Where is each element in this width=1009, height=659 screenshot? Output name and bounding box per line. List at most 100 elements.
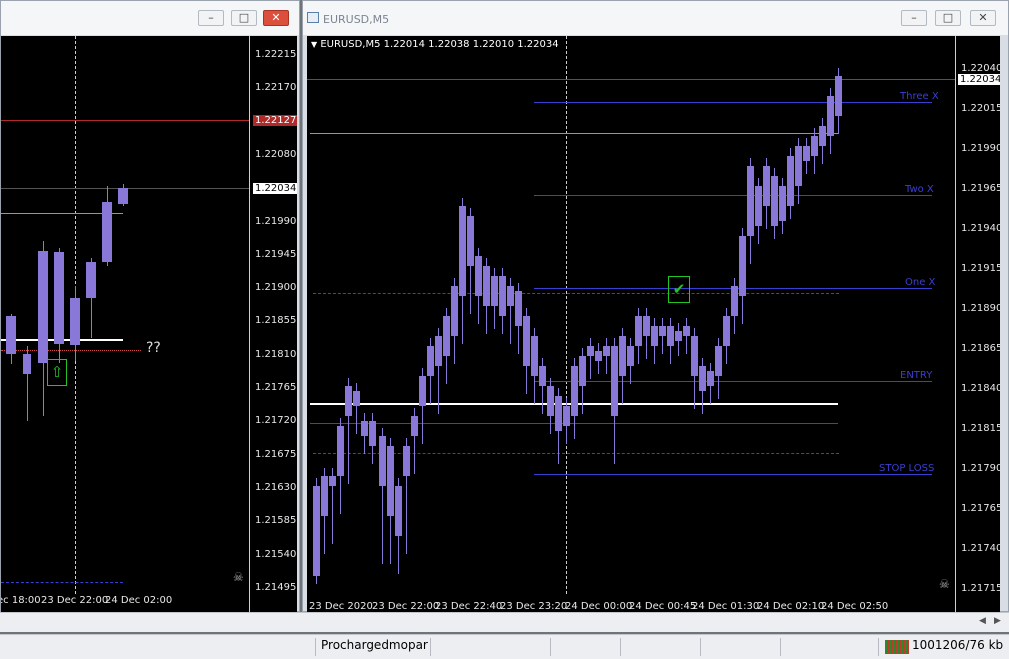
- right-candle: [835, 76, 842, 116]
- left-candle: [38, 251, 48, 363]
- left-candle: [54, 252, 64, 344]
- right-candle: [635, 316, 642, 346]
- right-price-tick: 1.21965: [961, 183, 1000, 194]
- right-candle: [795, 146, 802, 186]
- right-price-tick: 1.21740: [961, 543, 1000, 554]
- right-price-tick: 1.21915: [961, 263, 1000, 274]
- right-time-tick: 23 Dec 23:20: [500, 601, 568, 612]
- right-candle: [547, 386, 554, 416]
- right-time-tick: 23 Dec 22:40: [435, 601, 503, 612]
- status-separator: [780, 638, 781, 656]
- left-price-tick: 1.22080: [255, 148, 297, 160]
- left-price-tick: 1.21630: [255, 481, 297, 493]
- right-price-tick: 1.22015: [961, 103, 1000, 114]
- left-chart-window: – □ ✕ 1.222151.221701.221251.220801.2203…: [0, 0, 300, 612]
- right-candle-wick: [606, 338, 607, 374]
- profile-name[interactable]: Prochargedmopar: [321, 638, 428, 652]
- left-price-tick: 1.21945: [255, 248, 297, 260]
- status-bar: Prochargedmopar 1001206/76 kb: [0, 634, 1009, 659]
- status-separator: [315, 638, 316, 656]
- close-button[interactable]: ✕: [970, 10, 996, 26]
- left-annotation: ??: [146, 340, 161, 356]
- current-price-line: [307, 79, 955, 80]
- horizontal-scrollbar[interactable]: ◀ ▶: [0, 612, 1009, 632]
- right-candle: [435, 336, 442, 366]
- right-candle: [811, 136, 818, 156]
- right-candle: [337, 426, 344, 476]
- dotted-level-line: [313, 293, 839, 295]
- right-candle: [651, 326, 658, 346]
- left-current-price-tag: 1.22034: [253, 183, 297, 194]
- right-candle-wick: [662, 318, 663, 354]
- right-price-tick: 1.21940: [961, 223, 1000, 234]
- minimize-button[interactable]: –: [198, 10, 224, 26]
- buy-arrow-signal-icon: ⇧: [47, 359, 67, 386]
- expert-skull-icon: ☠: [233, 570, 244, 584]
- collapse-triangle-icon[interactable]: ▼: [311, 40, 317, 49]
- status-separator: [430, 638, 431, 656]
- right-price-tick: 1.21990: [961, 143, 1000, 154]
- two-x-line: [534, 195, 932, 196]
- right-candle: [321, 476, 328, 516]
- right-candle: [491, 276, 498, 306]
- minimize-button[interactable]: –: [901, 10, 927, 26]
- left-price-tick: 1.21675: [255, 448, 297, 460]
- right-candle: [771, 176, 778, 226]
- right-price-tick: 1.21790: [961, 463, 1000, 474]
- right-window-title: EURUSD,M5: [323, 13, 390, 26]
- right-candle: [361, 421, 368, 436]
- left-red-price-tag: 1.22127: [253, 115, 297, 126]
- right-candle: [747, 166, 754, 236]
- right-candle: [563, 406, 570, 426]
- right-candle: [403, 446, 410, 476]
- right-candle: [419, 376, 426, 406]
- right-price-tick: 1.21865: [961, 343, 1000, 354]
- right-candle: [483, 266, 490, 306]
- left-price-tick: 1.21990: [255, 215, 297, 227]
- ohlc-header-text: EURUSD,M5 1.22014 1.22038 1.22010 1.2203…: [320, 39, 559, 50]
- right-candle: [379, 436, 386, 486]
- right-chart-area[interactable]: ▼ EURUSD,M5 1.22014 1.22038 1.22010 1.22…: [307, 36, 1000, 612]
- right-candle: [411, 416, 418, 436]
- current-price-tag: 1.22034: [958, 74, 1000, 85]
- left-chart-area[interactable]: 1.222151.221701.221251.220801.220351.219…: [1, 36, 297, 612]
- right-candle: [395, 486, 402, 536]
- left-price-tick: 1.21810: [255, 348, 297, 360]
- status-separator: [620, 638, 621, 656]
- right-candle: [691, 336, 698, 376]
- expert-skull-icon: ☠: [939, 577, 950, 591]
- entry-line: [534, 381, 932, 382]
- close-button[interactable]: ✕: [263, 10, 289, 26]
- stop-loss-line: [534, 474, 932, 475]
- right-candle: [787, 156, 794, 206]
- left-candle: [86, 262, 96, 298]
- right-candle: [579, 356, 586, 386]
- maximize-button[interactable]: □: [935, 10, 961, 26]
- status-separator: [550, 638, 551, 656]
- left-red-dotted-line: [1, 350, 141, 352]
- right-candle: [731, 286, 738, 316]
- right-candle: [699, 366, 706, 391]
- right-candle: [523, 316, 530, 366]
- left-price-axis: [249, 36, 250, 612]
- status-separator: [878, 638, 879, 656]
- left-bottom-dashed-line: [1, 582, 123, 584]
- connection-bars-icon: [885, 640, 909, 654]
- right-candle: [595, 351, 602, 361]
- right-time-tick: 23 Dec 22:00: [372, 601, 440, 612]
- left-candle: [70, 298, 80, 345]
- three-x-line: [534, 102, 932, 103]
- right-candle: [723, 316, 730, 346]
- right-candle: [611, 346, 618, 416]
- right-candle: [571, 366, 578, 416]
- left-time-tick: 23 Dec 22:00: [41, 595, 109, 606]
- left-price-tick: 1.21495: [255, 581, 297, 593]
- right-candle: [531, 336, 538, 376]
- right-candle: [683, 326, 690, 336]
- maximize-button[interactable]: □: [231, 10, 257, 26]
- scroll-left-icon[interactable]: ◀: [979, 616, 986, 626]
- chart-window-icon: [307, 12, 319, 23]
- scroll-right-icon[interactable]: ▶: [994, 616, 1001, 626]
- right-time-tick: 24 Dec 00:45: [629, 601, 697, 612]
- right-candle: [675, 331, 682, 341]
